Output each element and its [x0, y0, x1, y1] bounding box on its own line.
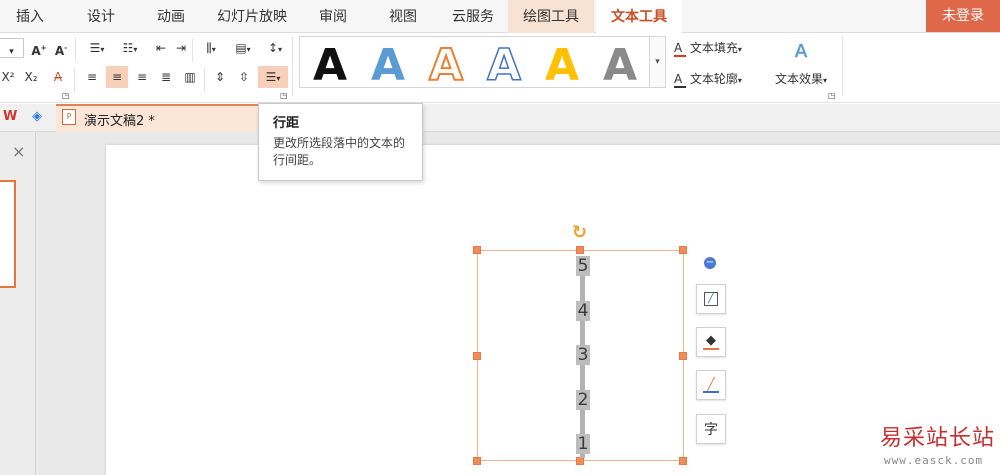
resize-handle-tr[interactable] [679, 246, 687, 254]
watermark-url: www.easck.com [884, 454, 984, 467]
justify-icon[interactable]: ≣ [156, 66, 176, 88]
resize-handle-t[interactable] [576, 246, 584, 254]
gallery-more-button[interactable]: ▾ [650, 36, 666, 88]
decrease-indent-icon[interactable]: ⇤ [152, 37, 170, 59]
wps-logo-icon[interactable]: W [3, 109, 21, 125]
line-spacing-button[interactable]: ☰▾ [258, 66, 288, 88]
ribbon: ▾ A+ A- ☰▾ ☷▾ ⇤ ⇥ ⫼▾ ▤▾ ↕▾ X² X₂ A̶ ≡ ≡ … [0, 33, 1000, 103]
text-outline-icon: A [674, 72, 686, 88]
tab-cloud[interactable]: 云服务 [440, 0, 506, 33]
tab-animation[interactable]: 动画 [140, 0, 202, 33]
text-style-gray[interactable]: A [592, 40, 648, 91]
collapse-icon[interactable]: − [704, 257, 716, 269]
text-fill-label: 文本填充 [689, 41, 738, 55]
list-item: 4 [576, 301, 590, 321]
text-direction-icon[interactable]: ↕▾ [260, 37, 290, 59]
columns-icon[interactable]: ⫼▾ [196, 37, 226, 59]
align-right-icon[interactable]: ≡ [132, 66, 152, 88]
font-icon: 字 [704, 422, 718, 438]
resize-handle-br[interactable] [679, 457, 687, 465]
chevron-down-icon: ▾ [9, 47, 14, 57]
resize-handle-l[interactable] [473, 352, 481, 360]
shrink-font-icon[interactable]: A- [52, 37, 70, 59]
para-spacing-after-icon[interactable]: ⇳ [234, 66, 254, 88]
document-title: 演示文稿2 * [84, 114, 155, 129]
tab-drawing-tools[interactable]: 绘图工具 [508, 0, 594, 33]
text-effect-button[interactable]: 文本效果▾ [766, 68, 836, 90]
list-item: 5 [576, 256, 590, 276]
tooltip-title: 行距 [273, 116, 300, 131]
increase-indent-icon[interactable]: ⇥ [172, 37, 190, 59]
resize-handle-bl[interactable] [473, 457, 481, 465]
numbering-icon[interactable]: ☷▾ [115, 37, 145, 59]
text-dialog-launcher-icon[interactable]: ◳ [828, 91, 836, 100]
subscript-button[interactable]: X₂ [22, 66, 40, 88]
fill-button[interactable]: ◆ [696, 327, 726, 357]
resize-handle-tl[interactable] [473, 246, 481, 254]
presentation-file-icon: P [62, 109, 76, 125]
font-size-box[interactable]: ▾ [0, 38, 24, 58]
tab-slideshow[interactable]: 幻灯片放映 [206, 0, 298, 33]
list-item: 1 [576, 434, 590, 454]
text-style-gold[interactable]: A [534, 40, 590, 91]
document-tab[interactable]: P 演示文稿2 * [56, 104, 266, 132]
tooltip-description: 更改所选段落中的文本的行间距。 [273, 136, 406, 167]
list-item: 2 [576, 390, 590, 410]
resize-handle-r[interactable] [679, 352, 687, 360]
align-left-icon[interactable]: ≡ [82, 66, 102, 88]
font-dialog-launcher-icon[interactable]: ◳ [62, 91, 70, 100]
rotate-handle-icon[interactable]: ↻ [572, 222, 587, 243]
text-outline-button[interactable]: A 文本轮廓▾ [674, 68, 764, 90]
text-style-orange-outline[interactable]: A [418, 39, 474, 92]
close-icon[interactable]: × [12, 142, 25, 161]
resize-handle-b[interactable] [576, 457, 584, 465]
dialog-launcher-icon[interactable]: ◳ [280, 91, 288, 100]
format-object-button[interactable]: ╱ [696, 284, 726, 314]
text-fill-button[interactable]: A 文本填充▾ [674, 37, 764, 59]
pen-icon: ╱ [703, 377, 719, 393]
slide-thumbnail[interactable] [0, 180, 16, 288]
grow-font-icon[interactable]: A+ [30, 37, 48, 59]
text-outline-label: 文本轮廓 [689, 72, 738, 86]
tab-view[interactable]: 视图 [374, 0, 432, 33]
text-style-gallery: A A A A A A [299, 36, 650, 92]
align-center-icon[interactable]: ≡ [106, 66, 128, 88]
paint-bucket-icon: ◆ [703, 334, 719, 350]
text-effect-icon: A [794, 41, 808, 63]
login-button[interactable]: 未登录 [926, 0, 1000, 32]
cube-icon[interactable]: ◈ [32, 110, 46, 124]
line-spacing-tooltip: 行距 更改所选段落中的文本的行间距。 [258, 103, 423, 181]
align-text-icon[interactable]: ▤▾ [228, 37, 258, 59]
text-style-blue[interactable]: A [360, 40, 416, 91]
outline-button[interactable]: ╱ [696, 370, 726, 400]
distributed-icon[interactable]: ▥ [180, 66, 200, 88]
tab-review[interactable]: 审阅 [304, 0, 362, 33]
list-item: 3 [576, 345, 590, 365]
watermark-logo: 易采站长站 [880, 426, 996, 451]
text-style-black[interactable]: A [302, 40, 358, 91]
text-effect-label: 文本效果 [774, 72, 823, 86]
para-spacing-before-icon[interactable]: ⇕ [210, 66, 230, 88]
tab-text-tools[interactable]: 文本工具 [596, 0, 682, 34]
tab-design[interactable]: 设计 [70, 0, 132, 33]
text-fill-icon: A [674, 41, 686, 57]
edit-shape-icon: ╱ [704, 292, 718, 306]
clear-format-icon[interactable]: A̶ [48, 66, 68, 88]
text-style-blue-outline[interactable]: A [476, 39, 532, 92]
tab-insert[interactable]: 插入 [0, 0, 60, 33]
menu-bar: 插入 设计 动画 幻灯片放映 审阅 视图 云服务 绘图工具 文本工具 [0, 0, 1000, 34]
bullets-icon[interactable]: ☰▾ [82, 37, 112, 59]
superscript-button[interactable]: X² [0, 66, 16, 88]
text-format-button[interactable]: 字 [696, 414, 726, 444]
